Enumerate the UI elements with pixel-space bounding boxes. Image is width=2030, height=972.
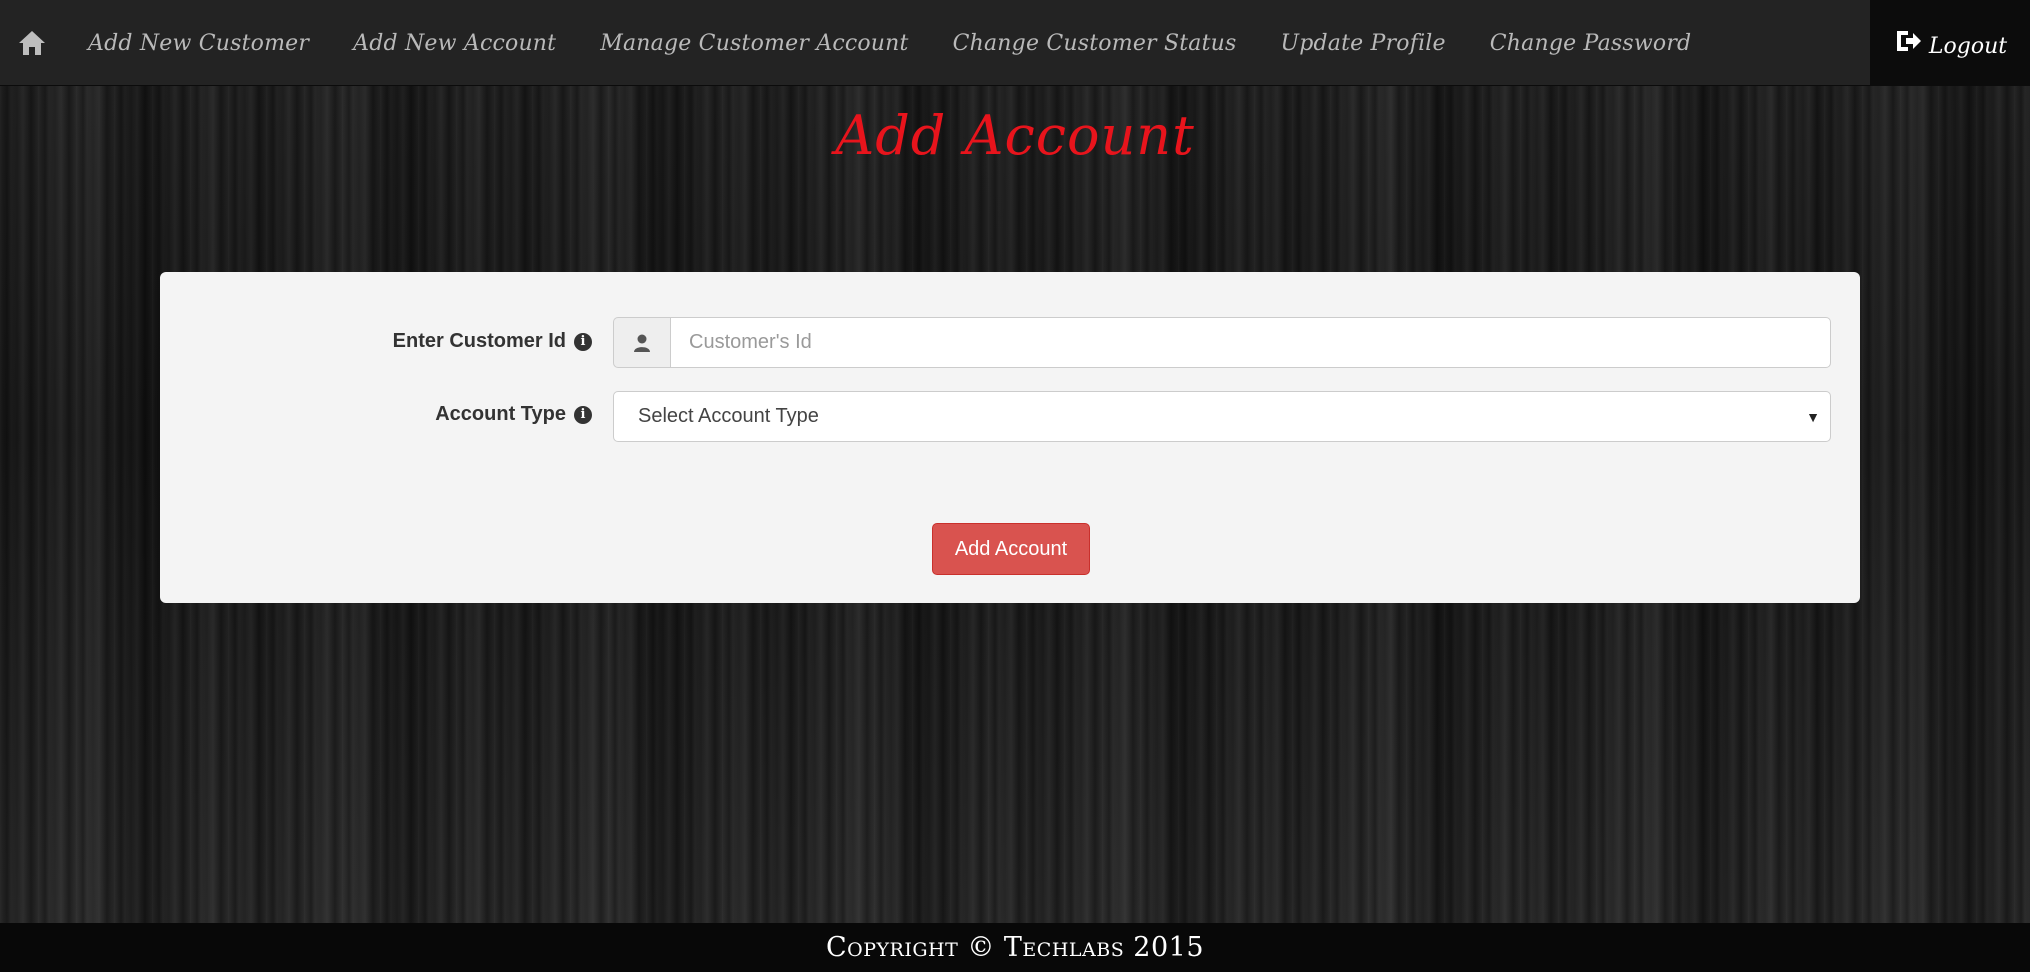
customer-id-input-group: [613, 317, 1831, 368]
account-type-label-row: Account Type i: [435, 403, 592, 426]
nav-update-profile[interactable]: Update Profile: [1258, 31, 1467, 56]
customer-id-input[interactable]: [670, 317, 1831, 368]
footer: Copyright © Techlabs 2015: [0, 923, 2030, 972]
account-type-label: Account Type: [435, 403, 566, 425]
account-type-select[interactable]: Select Account Type ▼: [613, 391, 1831, 442]
nav-manage-customer-account[interactable]: Manage Customer Account: [578, 31, 930, 56]
nav-add-new-account[interactable]: Add New Account: [331, 31, 578, 56]
logout-button[interactable]: Logout: [1870, 0, 2030, 86]
customer-id-label-row: Enter Customer Id i: [393, 330, 592, 353]
chevron-down-icon: ▼: [1806, 408, 1820, 425]
logout-label: Logout: [1928, 33, 2008, 59]
home-icon[interactable]: [10, 18, 54, 68]
copyright-text: Copyright © Techlabs 2015: [825, 932, 1205, 963]
add-account-form-panel: Enter Customer Id i Account Type i Selec…: [160, 272, 1860, 603]
nav-links: Add New Customer Add New Account Manage …: [66, 0, 1713, 86]
account-type-selected-value: Select Account Type: [638, 405, 819, 427]
nav-change-password[interactable]: Change Password: [1468, 31, 1714, 56]
info-icon[interactable]: i: [574, 405, 592, 424]
nav-add-new-customer[interactable]: Add New Customer: [66, 31, 331, 56]
top-navbar: Add New Customer Add New Account Manage …: [0, 0, 2030, 86]
info-icon[interactable]: i: [574, 332, 592, 351]
customer-id-label: Enter Customer Id: [392, 330, 566, 352]
nav-change-customer-status[interactable]: Change Customer Status: [931, 31, 1259, 56]
user-icon: [613, 317, 670, 368]
logout-icon: [1893, 28, 1923, 59]
add-account-button[interactable]: Add Account: [932, 523, 1090, 575]
page-title: Add Account: [835, 104, 1195, 167]
